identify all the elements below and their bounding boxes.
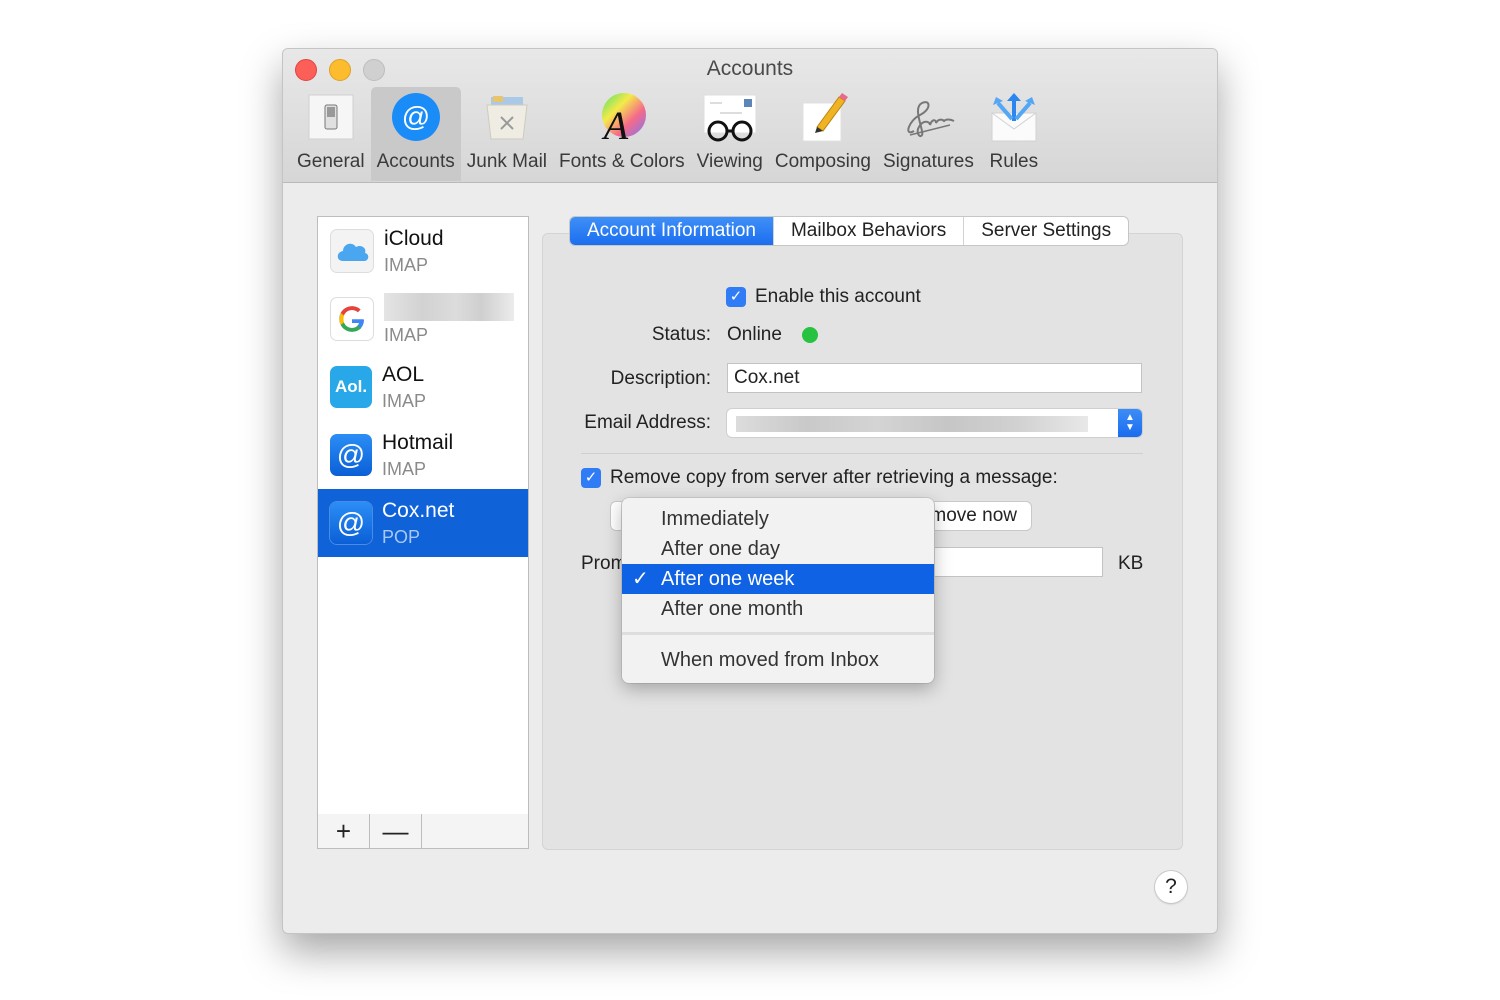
account-list: iCloud IMAP IMAP Aol. AOL IMAP @ Hotmail IM… <box>317 216 529 816</box>
toolbar-rules[interactable]: Rules <box>980 87 1048 181</box>
svg-text:@: @ <box>401 101 429 132</box>
enable-account-checkbox[interactable]: ✓ <box>726 287 746 307</box>
trash-icon <box>479 89 535 145</box>
toolbar-fonts-colors[interactable]: A Fonts & Colors <box>553 87 691 181</box>
svg-text:A: A <box>601 103 629 143</box>
toolbar-viewing[interactable]: Viewing <box>691 87 769 181</box>
account-item-icloud[interactable]: iCloud IMAP <box>318 217 528 285</box>
at-icon: @ <box>388 89 444 145</box>
google-icon <box>330 297 374 341</box>
font-color-icon: A <box>594 89 650 145</box>
tab-mailbox-behaviors[interactable]: Mailbox Behaviors <box>774 217 965 245</box>
rules-icon <box>986 89 1042 145</box>
at-icon: @ <box>330 434 372 476</box>
remove-copy-dropdown-menu: Immediately After one day ✓ After one wee… <box>622 498 934 683</box>
status-value: Online <box>727 324 782 345</box>
preferences-toolbar: General @ Accounts Junk Mail A Fonts & C… <box>291 87 1048 181</box>
tab-account-information[interactable]: Account Information <box>570 217 774 245</box>
redacted-email <box>736 416 1088 432</box>
email-address-label: Email Address: <box>584 412 711 433</box>
toolbar-accounts[interactable]: @ Accounts <box>370 87 461 181</box>
account-item-aol[interactable]: Aol. AOL IMAP <box>318 353 528 421</box>
add-account-button[interactable]: + <box>318 814 370 848</box>
tab-server-settings[interactable]: Server Settings <box>964 217 1128 245</box>
account-item-hotmail[interactable]: @ Hotmail IMAP <box>318 421 528 489</box>
menu-separator <box>622 632 934 635</box>
status-online-indicator <box>802 327 818 343</box>
pencil-icon <box>795 89 851 145</box>
enable-account-label: Enable this account <box>755 286 921 307</box>
signature-icon <box>900 89 956 145</box>
email-address-popup[interactable]: ▲ ▼ <box>727 409 1142 437</box>
menu-item-when-moved-from-inbox[interactable]: When moved from Inbox <box>622 645 934 675</box>
toolbar-general[interactable]: General <box>291 87 371 181</box>
account-item-cox[interactable]: @ Cox.net POP <box>318 489 528 557</box>
toolbar-junk-mail[interactable]: Junk Mail <box>461 87 553 181</box>
checkmark-icon: ✓ <box>632 568 649 590</box>
menu-item-after-one-day[interactable]: After one day <box>622 534 934 564</box>
description-input[interactable]: Cox.net <box>727 363 1142 393</box>
toolbar-composing[interactable]: Composing <box>769 87 877 181</box>
help-button[interactable]: ? <box>1155 871 1187 903</box>
redacted-account-name <box>384 292 514 321</box>
switch-icon <box>303 89 359 145</box>
toolbar-signatures[interactable]: Signatures <box>877 87 980 181</box>
remove-copy-label: Remove copy from server after retrieving… <box>610 467 1058 488</box>
accounts-window: Accounts General @ Accounts Junk Mail A … <box>282 48 1218 934</box>
titlebar: Accounts General @ Accounts Junk Mail A … <box>283 49 1217 183</box>
status-label: Status: <box>651 324 711 345</box>
icloud-icon <box>330 229 374 273</box>
account-list-footer: + — <box>317 814 529 849</box>
segmented-tabs: Account Information Mailbox Behaviors Se… <box>570 217 1129 245</box>
at-icon: @ <box>330 502 372 544</box>
prompt-label: Prom <box>581 553 627 574</box>
menu-item-after-one-week[interactable]: ✓ After one week <box>622 564 934 594</box>
menu-item-immediately[interactable]: Immediately <box>622 504 934 534</box>
remove-account-button[interactable]: — <box>370 814 422 848</box>
description-label: Description: <box>610 368 711 389</box>
kb-label: KB <box>1118 553 1144 574</box>
remove-now-label: move now <box>930 505 1017 526</box>
aol-icon: Aol. <box>330 366 372 408</box>
separator <box>581 453 1143 454</box>
glasses-icon <box>702 89 758 145</box>
window-title: Accounts <box>706 57 794 80</box>
menu-item-after-one-month[interactable]: After one month <box>622 594 934 624</box>
account-item-google[interactable]: IMAP <box>318 285 528 353</box>
popup-chevrons-icon: ▲ ▼ <box>1118 409 1142 437</box>
remove-copy-checkbox[interactable]: ✓ <box>581 468 601 488</box>
